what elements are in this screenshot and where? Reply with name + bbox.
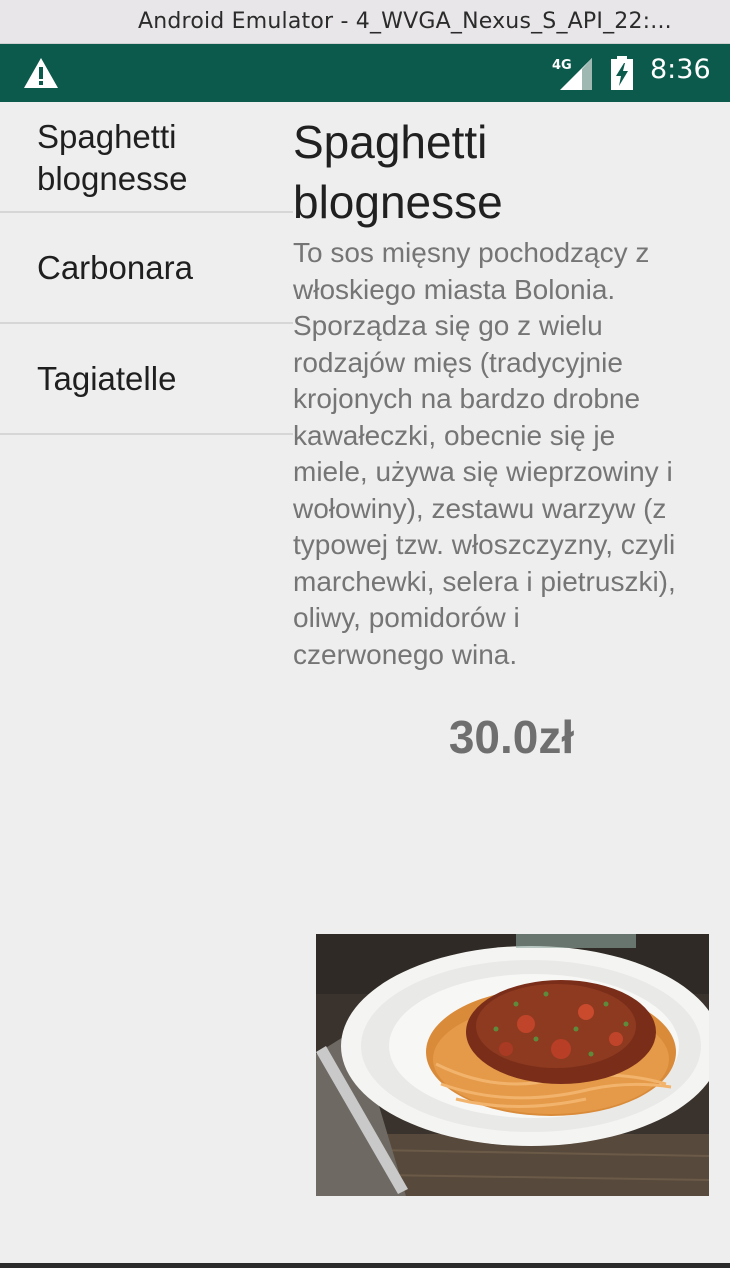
detail-title: Spaghetti blognesse [293,116,503,228]
window-titlebar: Android Emulator - 4_WVGA_Nexus_S_API_22… [0,0,730,44]
warning-icon [24,58,58,88]
android-status-bar: 4G 8:36 [0,44,730,102]
list-item-spaghetti[interactable]: Spaghetti blognesse [0,102,293,213]
battery-charging-icon [611,56,633,90]
list-item-label: Spaghetti blognesse [37,118,188,197]
svg-text:4G: 4G [552,58,572,73]
recipe-list: Spaghetti blognesse Carbonara Tagiatelle [0,102,293,435]
dish-photo [316,934,709,1196]
signal-4g-icon: 4G [552,58,592,90]
list-item-label: Tagiatelle [37,360,177,397]
status-clock: 8:36 [650,54,711,85]
detail-price: 30.0zł [448,711,575,763]
bottom-edge [0,1263,730,1268]
list-item-label: Carbonara [37,249,193,286]
emulator-window: Android Emulator - 4_WVGA_Nexus_S_API_22… [0,0,730,1268]
window-title: Android Emulator - 4_WVGA_Nexus_S_API_22… [138,9,672,34]
detail-description: To sos mięsny pochodzący z włoskiego mia… [293,237,676,670]
list-item-carbonara[interactable]: Carbonara [0,213,293,324]
list-item-tagiatelle[interactable]: Tagiatelle [0,324,293,435]
